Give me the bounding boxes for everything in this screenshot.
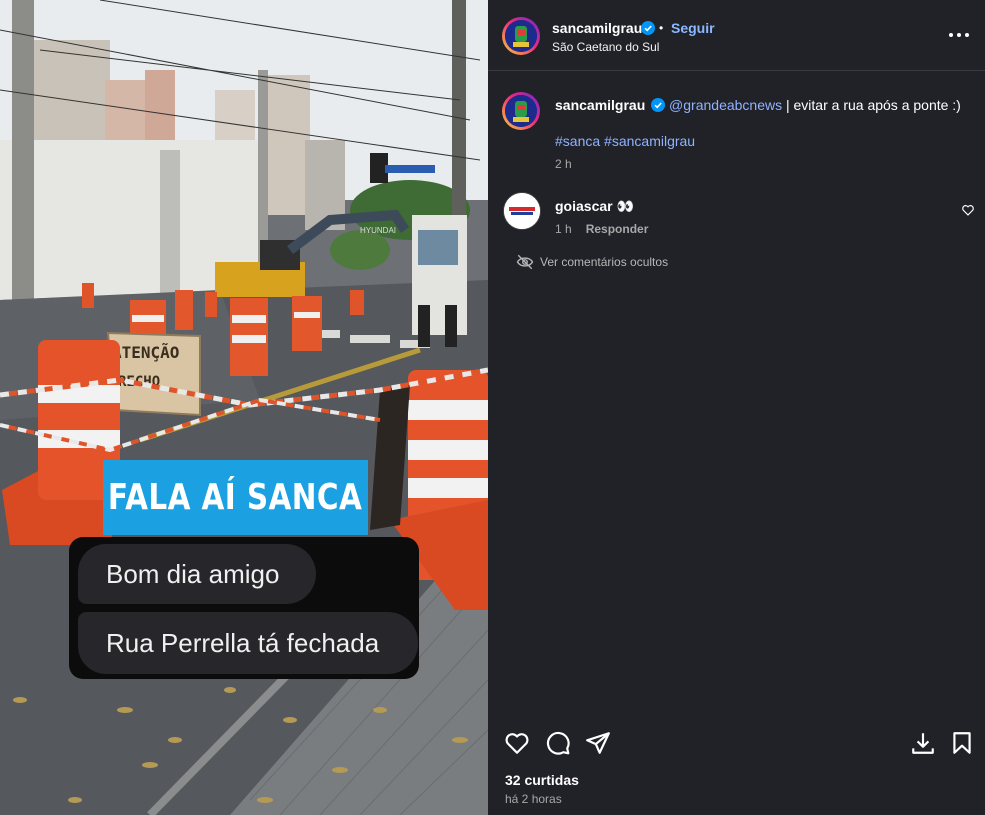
hashtag-link[interactable]: #sancamilgrau — [604, 133, 695, 149]
caption-body: | evitar a rua após a ponte :) — [782, 97, 961, 113]
caption-username[interactable]: sancamilgrau — [555, 97, 645, 113]
overlay-title-banner: FALA AÍ SANCA — [103, 460, 368, 535]
post-timestamp[interactable]: há 2 horas — [505, 792, 562, 806]
likes-count[interactable]: 32 curtidas — [505, 772, 579, 788]
caption-line: sancamilgrau @grandeabcnews | evitar a r… — [555, 97, 961, 113]
view-hidden-comments-label: Ver comentários ocultos — [540, 255, 669, 269]
warning-sign-title: ATENÇÃO — [112, 343, 179, 362]
more-options-icon[interactable] — [949, 26, 969, 44]
hashtag-link[interactable]: #sanca — [555, 133, 600, 149]
excavator-brand: HYUNDAI — [360, 226, 396, 235]
comment-text: 👀 — [616, 198, 634, 214]
follow-button[interactable]: Seguir — [671, 20, 715, 36]
post-location[interactable]: São Caetano do Sul — [552, 40, 659, 54]
comment-meta: 1 h Responder — [555, 222, 648, 236]
comment-like-heart-icon[interactable] — [961, 203, 975, 217]
eye-off-icon — [516, 254, 534, 270]
post-photo[interactable]: HYUNDAI ATENÇÃO RECHO FALA AÍ SANCA Bom … — [0, 0, 488, 815]
comment-time[interactable]: 1 h — [555, 222, 572, 236]
overlay-title-text: FALA AÍ SANCA — [108, 477, 363, 518]
comment-icon[interactable] — [545, 730, 571, 756]
post-actions-bar — [488, 720, 985, 815]
caption-avatar-image — [505, 95, 537, 127]
chat-bubble-2: Rua Perrella tá fechada — [78, 612, 418, 674]
verified-badge-icon — [651, 98, 666, 112]
commenter-avatar[interactable] — [503, 192, 541, 230]
send-icon[interactable] — [585, 730, 611, 756]
street-scene-illustration: HYUNDAI ATENÇÃO RECHO — [0, 0, 488, 815]
author-avatar[interactable] — [502, 17, 540, 55]
caption-mention-link[interactable]: @grandeabcnews — [669, 97, 782, 113]
header-separator: • — [659, 21, 664, 35]
heart-icon[interactable] — [504, 730, 530, 756]
bookmark-icon[interactable] — [949, 730, 975, 756]
post-header: sancamilgrau • Seguir São Caetano do Sul — [488, 0, 985, 71]
author-avatar-image — [505, 20, 537, 52]
post-side-panel: sancamilgrau • Seguir São Caetano do Sul… — [488, 0, 985, 815]
view-hidden-comments-button[interactable]: Ver comentários ocultos — [516, 254, 668, 270]
comment-username[interactable]: goiascar — [555, 198, 613, 214]
commenter-avatar-image — [504, 193, 540, 229]
caption-hashtags: #sanca #sancamilgrau — [555, 133, 695, 149]
caption-author-avatar[interactable] — [502, 92, 540, 130]
verified-badge-icon — [641, 21, 655, 35]
reply-button[interactable]: Responder — [586, 222, 649, 236]
comment-line: goiascar 👀 — [555, 198, 634, 215]
author-username[interactable]: sancamilgrau — [552, 20, 642, 36]
caption-time[interactable]: 2 h — [555, 157, 572, 171]
chat-bubble-1: Bom dia amigo — [78, 544, 316, 604]
download-icon[interactable] — [910, 730, 936, 756]
